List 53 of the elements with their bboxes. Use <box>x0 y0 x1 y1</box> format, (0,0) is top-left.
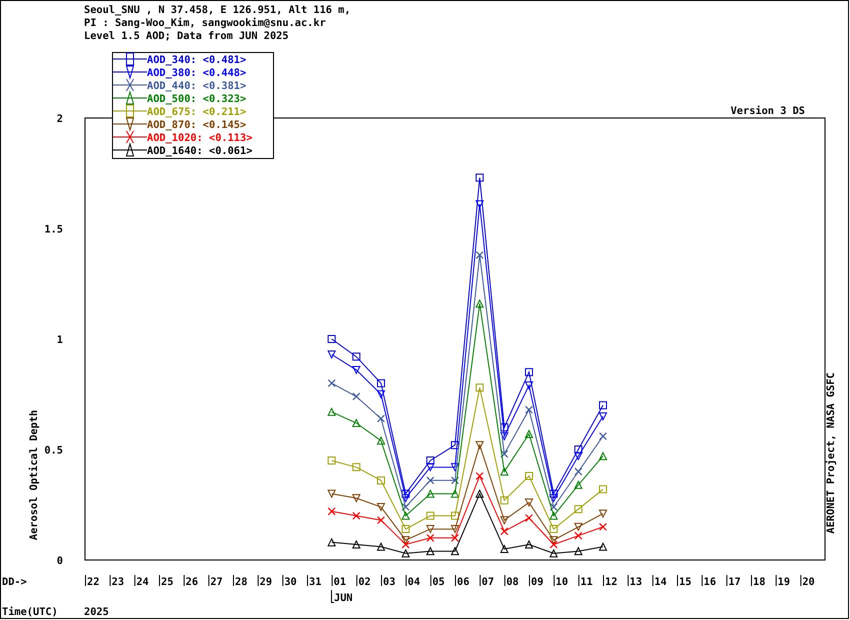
x-tick-label: 08 <box>506 576 519 588</box>
x-tick-label: 05 <box>432 576 445 588</box>
x-tick-label: 12 <box>605 576 618 588</box>
x-tick-label: 13 <box>630 576 642 588</box>
y-tick-label: 0 <box>56 555 63 567</box>
version-label: Version 3 DS <box>730 105 805 117</box>
x-tick-label: 01 <box>334 576 346 588</box>
x-tick-label: 29 <box>260 576 272 588</box>
year-label: 2025 <box>84 606 109 618</box>
x-tick-label: 14 <box>654 576 667 588</box>
x-tick-label: 04 <box>408 576 420 588</box>
y-tick-label: 1.5 <box>44 224 63 236</box>
x-tick-label: 25 <box>161 576 174 588</box>
x-tick-label: 06 <box>457 576 470 588</box>
x-tick-label: 17 <box>728 576 741 588</box>
x-tick-label: 18 <box>753 576 766 588</box>
x-tick-label: 26 <box>186 576 198 588</box>
x-tick-label: 31 <box>309 576 322 588</box>
legend-label: AOD_870: <0.145> <box>147 119 246 131</box>
x-tick-label: 16 <box>704 576 716 588</box>
x-tick-label: 22 <box>87 576 100 588</box>
x-tick-label: 02 <box>358 576 371 588</box>
station-info-line: Seoul_SNU , N 37.458, E 126.951, Alt 116 m, <box>84 4 351 16</box>
legend-label: AOD_500: <0.323> <box>147 93 246 105</box>
x-tick-label: 20 <box>802 576 815 588</box>
x-tick-label: 24 <box>136 576 149 588</box>
x-tick-label: 07 <box>482 576 494 588</box>
legend-label: AOD_440: <0.381> <box>147 80 246 92</box>
x-tick-label: 28 <box>235 576 248 588</box>
x-tick-label: 09 <box>531 576 544 588</box>
month-label: JUN <box>334 592 353 604</box>
x-tick-label: 23 <box>112 576 124 588</box>
day-axis-label: DD-> <box>2 576 27 588</box>
legend-label: AOD_340: <0.481> <box>147 54 246 66</box>
legend-label: AOD_675: <0.211> <box>147 106 246 118</box>
time-axis-label: Time(UTC) <box>2 606 58 618</box>
x-tick-label: 11 <box>580 576 593 588</box>
y-tick-label: 0.5 <box>44 444 63 456</box>
legend-label: AOD_380: <0.448> <box>147 67 246 79</box>
x-tick-label: 10 <box>556 576 568 588</box>
x-tick-label: 27 <box>210 576 223 588</box>
station-info-line: Level 1.5 AOD; Data from JUN 2025 <box>84 30 289 42</box>
credit-label: AERONET Project, NASA GSFC <box>825 372 837 534</box>
station-info-line: PI : Sang-Woo_Kim, sangwookim@snu.ac.kr <box>84 17 326 29</box>
y-tick-label: 2 <box>56 113 63 125</box>
x-tick-label: 30 <box>284 576 297 588</box>
x-tick-label: 19 <box>778 576 790 588</box>
x-tick-label: 15 <box>679 576 692 588</box>
x-tick-label: 03 <box>383 576 396 588</box>
legend-label: AOD_1020: <0.113> <box>147 132 252 144</box>
y-tick-label: 1 <box>56 334 63 346</box>
y-axis-title: Aerosol Optical Depth <box>28 410 40 540</box>
legend-label: AOD_1640: <0.061> <box>147 145 252 157</box>
